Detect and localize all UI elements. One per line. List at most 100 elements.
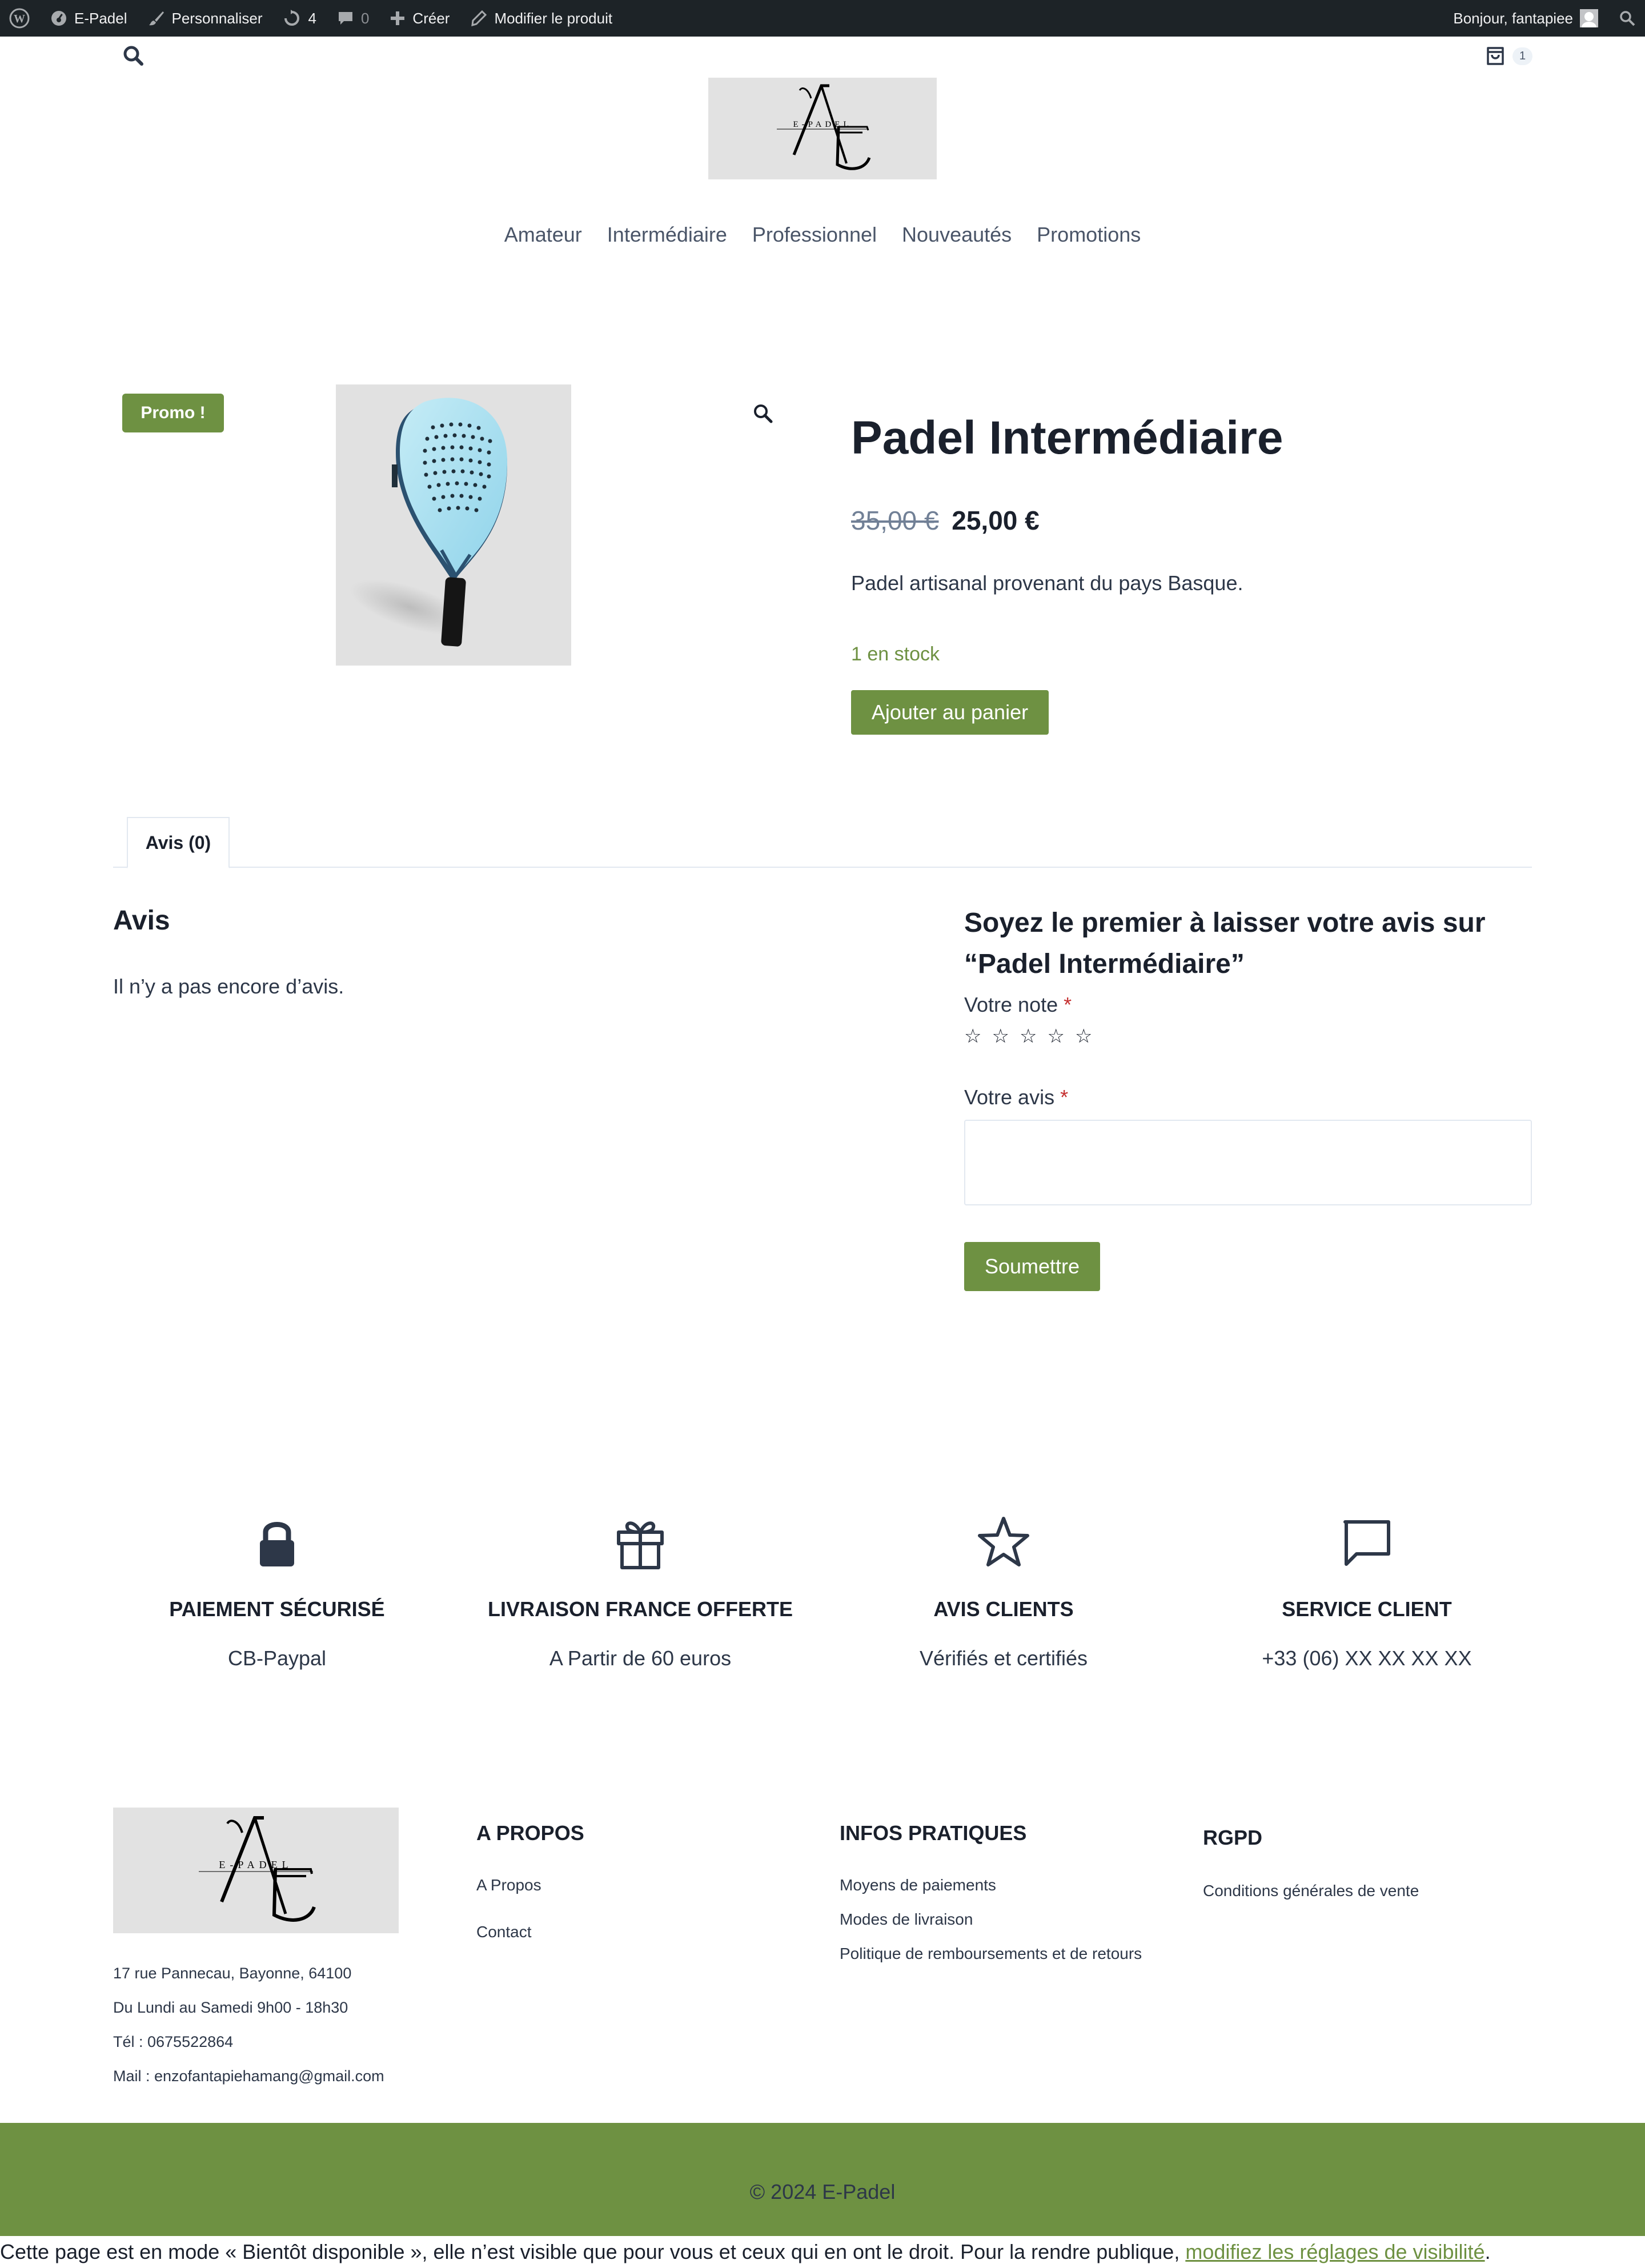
feature-subtitle: CB-Paypal [227, 1646, 327, 1670]
admin-comments-link[interactable]: 0 [327, 0, 379, 37]
footer-hours-line: Du Lundi au Samedi 9h00 - 18h30 [113, 1999, 348, 2016]
feature-customer-reviews: AVIS CLIENTS Vérifiés et certifiés [844, 1514, 1163, 1670]
price-new: 25,00 € [952, 506, 1040, 535]
message-icon [1343, 1520, 1390, 1566]
feature-title: SERVICE CLIENT [1282, 1597, 1452, 1621]
review-form-heading: Soyez le premier à laisser votre avis su… [964, 908, 1486, 979]
promo-badge: Promo ! [122, 394, 224, 432]
main-navigation: Amateur Intermédiaire Professionnel Nouv… [0, 223, 1645, 247]
lock-icon [260, 1522, 294, 1566]
rating-star-2[interactable]: ☆ [992, 1025, 1009, 1048]
footer-infos-links: Moyens de paiements Modes de livraison P… [840, 1868, 1142, 1971]
pencil-icon [471, 10, 487, 27]
avatar [1580, 9, 1598, 27]
admin-account-menu[interactable]: Bonjour, fantapiee [1443, 0, 1608, 37]
shopping-bag-icon [1487, 47, 1504, 65]
footer-logo[interactable]: E-PADEL [113, 1808, 399, 1933]
footer-rgpd-links: Conditions générales de vente [1203, 1874, 1419, 1908]
footer-link-terms[interactable]: Conditions générales de vente [1203, 1874, 1419, 1908]
tabs-divider [113, 867, 1532, 868]
product-image[interactable] [336, 384, 571, 666]
search-icon [1620, 11, 1635, 26]
footer-link-delivery-modes[interactable]: Modes de livraison [840, 1902, 1142, 1937]
footer-phone-line: Tél : 0675522864 [113, 2033, 234, 2050]
rating-star-3[interactable]: ☆ [1020, 1025, 1037, 1048]
feature-title: PAIEMENT SÉCURISÉ [169, 1597, 385, 1621]
review-label-text: Votre avis [964, 1085, 1055, 1109]
header-search-button[interactable] [122, 45, 145, 67]
admin-site-link[interactable]: E-Padel [40, 0, 138, 37]
padel-racket-image [350, 398, 507, 647]
reviews-heading: Avis [113, 905, 170, 936]
coming-soon-end: . [1484, 2240, 1491, 2263]
admin-edit-product-link[interactable]: Modifier le produit [460, 0, 623, 37]
feature-title: AVIS CLIENTS [933, 1597, 1074, 1621]
stock-status: 1 en stock [851, 643, 940, 665]
admin-bar-right: Bonjour, fantapiee [1443, 0, 1645, 37]
nav-item-amateur[interactable]: Amateur [504, 223, 582, 247]
brush-icon [149, 11, 164, 26]
admin-site-name: E-Padel [74, 9, 127, 27]
site-logo-mark: E-PADEL [777, 84, 871, 170]
nav-item-nouveautes[interactable]: Nouveautés [902, 223, 1012, 247]
footer-logo-mark: E-PADEL [199, 1816, 316, 1922]
feature-subtitle: A Partir de 60 euros [549, 1646, 732, 1670]
admin-customize-label: Personnaliser [171, 9, 263, 27]
admin-new-link[interactable]: Créer [379, 0, 460, 37]
footer-link-about[interactable]: A Propos [476, 1868, 541, 1915]
admin-comments-count: 0 [360, 9, 370, 27]
plus-icon [391, 11, 405, 25]
submit-review-button[interactable]: Soumettre [964, 1242, 1100, 1291]
add-to-cart-button[interactable]: Ajouter au panier [851, 690, 1049, 735]
rating-star-4[interactable]: ☆ [1047, 1025, 1064, 1048]
feature-customer-service: SERVICE CLIENT +33 (06) XX XX XX XX [1207, 1514, 1527, 1670]
footer-email-line: Mail : enzofantapiehamang@gmail.com [113, 2067, 384, 2085]
copyright: © 2024 E-Padel [749, 2180, 896, 2203]
footer-link-contact[interactable]: Contact [476, 1915, 541, 1949]
footer-contact-info: 17 rue Pannecau, Bayonne, 64100 Du Lundi… [113, 1956, 384, 2093]
tab-reviews[interactable]: Avis (0) [127, 817, 230, 868]
footer-about-title: A PROPOS [476, 1821, 584, 1845]
rating-star-1[interactable]: ☆ [964, 1025, 981, 1048]
rating-stars: ☆ ☆ ☆ ☆ ☆ [964, 1025, 1092, 1048]
feature-secure-payment: PAIEMENT SÉCURISÉ CB-Paypal [117, 1514, 437, 1670]
coming-soon-notice: Cette page est en mode « Bientôt disponi… [0, 2236, 1645, 2268]
product-price: 35,00 € 25,00 € [851, 505, 1040, 536]
admin-greeting: Bonjour, fantapiee [1453, 9, 1573, 27]
header-cart-button[interactable]: 1 [1484, 45, 1533, 67]
site-logo[interactable]: E-PADEL [708, 78, 937, 179]
rating-star-5[interactable]: ☆ [1075, 1025, 1092, 1048]
no-reviews-message: Il n’y a pas encore d’avis. [113, 975, 344, 998]
footer-link-refund-policy[interactable]: Politique de remboursements et de retour… [840, 1937, 1142, 1971]
wordpress-logo-icon[interactable]: W [0, 0, 40, 37]
cart-count-badge: 1 [1512, 47, 1533, 65]
review-label: Votre avis * [964, 1085, 1068, 1109]
review-textarea[interactable] [964, 1120, 1532, 1205]
zoom-icon[interactable] [752, 402, 775, 425]
admin-new-label: Créer [412, 9, 450, 27]
footer-address-line: 17 rue Pannecau, Bayonne, 64100 [113, 1965, 352, 1982]
admin-updates-count: 4 [308, 9, 316, 27]
visibility-settings-link[interactable]: modifiez les réglages de visibilité [1185, 2240, 1484, 2263]
footer-about-links: A Propos Contact [476, 1868, 541, 1949]
comment-icon [338, 12, 352, 25]
footer-infos-title: INFOS PRATIQUES [840, 1821, 1027, 1845]
product-short-description: Padel artisanal provenant du pays Basque… [851, 571, 1243, 595]
required-mark: * [1060, 1085, 1069, 1109]
nav-item-promotions[interactable]: Promotions [1037, 223, 1141, 247]
admin-customize-link[interactable]: Personnaliser [138, 0, 273, 37]
gift-icon [617, 1521, 664, 1569]
footer-link-payment-methods[interactable]: Moyens de paiements [840, 1868, 1142, 1902]
nav-item-intermediaire[interactable]: Intermédiaire [607, 223, 727, 247]
logo-tagline: E-PADEL [219, 1859, 292, 1870]
feature-free-delivery: LIVRAISON FRANCE OFFERTE A Partir de 60 … [480, 1514, 800, 1670]
product-title: Padel Intermédiaire [851, 412, 1283, 464]
admin-updates-link[interactable]: 4 [272, 0, 326, 37]
star-icon [978, 1517, 1029, 1566]
feature-subtitle: +33 (06) XX XX XX XX [1262, 1646, 1472, 1670]
nav-item-professionnel[interactable]: Professionnel [752, 223, 877, 247]
footer-rgpd-title: RGPD [1203, 1826, 1263, 1849]
admin-edit-product-label: Modifier le produit [494, 9, 613, 27]
rating-label: Votre note * [964, 993, 1072, 1017]
admin-search-button[interactable] [1608, 0, 1645, 37]
